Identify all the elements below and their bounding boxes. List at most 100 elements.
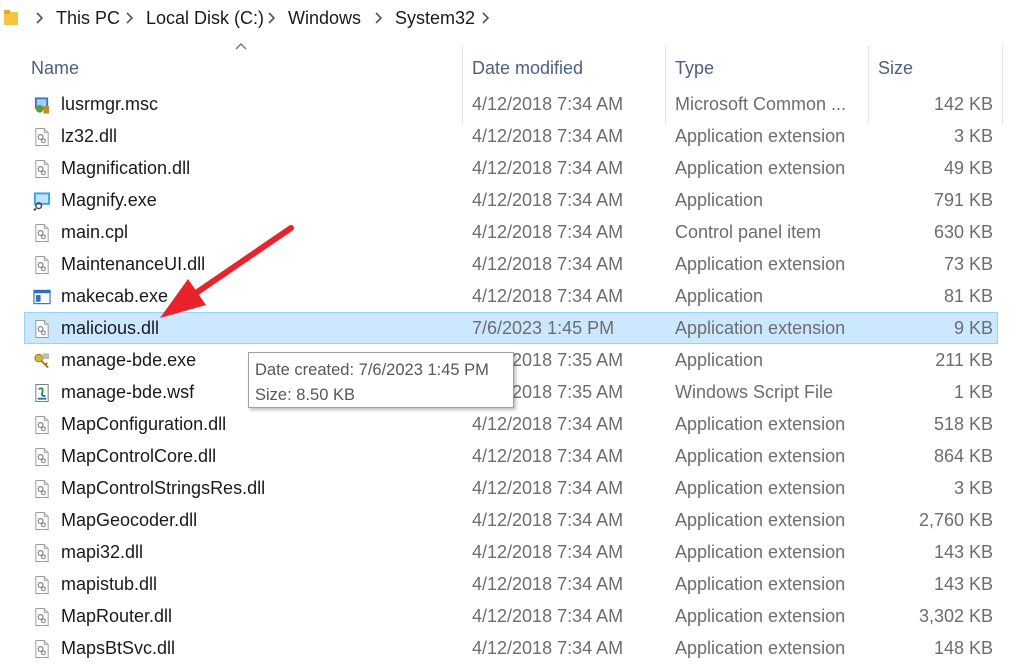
file-name: MapConfiguration.dll xyxy=(61,414,227,434)
table-row[interactable]: makecab.exe 4/12/2018 7:34 AM Application 8… xyxy=(24,280,998,312)
file-size: 143 KB xyxy=(933,542,993,562)
file-type: Application extension xyxy=(675,510,846,530)
chevron-right-icon[interactable] xyxy=(34,10,44,26)
file-date-modified: 4/12/2018 7:34 AM xyxy=(472,542,624,562)
file-size: 3 KB xyxy=(953,126,993,146)
file-name: malicious.dll xyxy=(61,318,160,338)
table-row[interactable]: mapistub.dll 4/12/2018 7:34 AM Application… xyxy=(24,568,998,600)
file-type: Application extension xyxy=(675,446,846,466)
file-name: MaintenanceUI.dll xyxy=(61,254,206,274)
table-row[interactable]: Magnify.exe 4/12/2018 7:34 AM Application 7… xyxy=(24,184,998,216)
file-type: Application extension xyxy=(675,126,846,146)
chevron-right-icon[interactable] xyxy=(480,10,490,26)
breadcrumb-local-disk[interactable]: Local Disk (C:) xyxy=(146,8,264,29)
table-row[interactable]: MapsBtSvc.dll 4/12/2018 7:34 AM Applicatio… xyxy=(24,632,998,664)
file-date-modified: 4/12/2018 7:34 AM xyxy=(472,222,624,242)
dll-icon xyxy=(35,640,49,658)
key-icon xyxy=(34,353,50,369)
file-date-modified: 4/12/2018 7:34 AM xyxy=(472,510,624,530)
dll-icon xyxy=(35,416,49,434)
file-name: MapGeocoder.dll xyxy=(61,510,198,530)
column-size[interactable]: Size xyxy=(878,58,913,79)
table-row[interactable]: MapConfiguration.dll 4/12/2018 7:34 AM App… xyxy=(24,408,998,440)
column-type[interactable]: Type xyxy=(675,58,714,79)
file-type: Application extension xyxy=(675,158,846,178)
breadcrumb-windows[interactable]: Windows xyxy=(288,8,361,29)
table-row[interactable]: MaintenanceUI.dll 4/12/2018 7:34 AM Applic… xyxy=(24,248,998,280)
file-size: 143 KB xyxy=(933,574,993,594)
file-name: MapControlCore.dll xyxy=(61,446,217,466)
file-date-modified: 4/12/2018 7:34 AM xyxy=(472,286,624,306)
file-type: Application extension xyxy=(675,478,846,498)
file-date-modified: 4/12/2018 7:34 AM xyxy=(472,126,624,146)
script-icon xyxy=(35,384,49,402)
table-row[interactable]: MapGeocoder.dll 4/12/2018 7:34 AM Applicat… xyxy=(24,504,998,536)
msc-icon xyxy=(34,97,50,114)
column-name[interactable]: Name xyxy=(31,58,79,79)
chevron-right-icon[interactable] xyxy=(373,10,383,26)
file-date-modified: 4/12/2018 7:34 AM xyxy=(472,574,624,594)
file-name: makecab.exe xyxy=(61,286,169,306)
file-date-modified: 4/12/2018 7:34 AM xyxy=(472,478,624,498)
file-size: 630 KB xyxy=(933,222,993,242)
file-name: manage-bde.exe xyxy=(61,350,197,370)
file-size: 791 KB xyxy=(933,190,993,210)
dll-icon xyxy=(35,160,49,178)
file-date-modified: 4/12/2018 7:34 AM xyxy=(472,190,624,210)
cpl-icon xyxy=(35,224,49,242)
dll-icon xyxy=(35,448,49,466)
sort-ascending-icon xyxy=(235,43,247,50)
file-size: 81 KB xyxy=(943,286,993,306)
file-size: 142 KB xyxy=(933,94,993,114)
file-date-modified: 4/12/2018 7:34 AM xyxy=(472,94,624,114)
file-size: 3,302 KB xyxy=(918,606,993,626)
table-row[interactable]: lz32.dll 4/12/2018 7:34 AM Application ext… xyxy=(24,120,998,152)
table-row[interactable]: lusrmgr.msc 4/12/2018 7:34 AM Microsoft Co… xyxy=(24,88,998,120)
file-name: Magnify.exe xyxy=(61,190,157,210)
table-row[interactable]: MapControlStringsRes.dll 4/12/2018 7:34 A… xyxy=(24,472,998,504)
file-type: Control panel item xyxy=(675,222,822,242)
chevron-right-icon[interactable] xyxy=(124,10,134,26)
file-size: 148 KB xyxy=(933,638,993,658)
file-name: MapControlStringsRes.dll xyxy=(61,478,266,498)
table-row[interactable]: main.cpl 4/12/2018 7:34 AM Control panel i… xyxy=(24,216,998,248)
table-row[interactable]: MapControlCore.dll 4/12/2018 7:34 AM Appli… xyxy=(24,440,998,472)
dll-icon xyxy=(35,608,49,626)
file-size: 518 KB xyxy=(933,414,993,434)
file-name: lz32.dll xyxy=(61,126,118,146)
file-name: manage-bde.wsf xyxy=(61,382,195,402)
file-type: Application extension xyxy=(675,638,846,658)
magnifier-icon xyxy=(33,192,51,211)
file-size: 9 KB xyxy=(953,318,993,338)
address-bar[interactable]: This PC Local Disk (C:) Windows System32 xyxy=(0,0,1027,39)
table-row[interactable]: Magnification.dll 4/12/2018 7:34 AM Applic… xyxy=(24,152,998,184)
file-type: Windows Script File xyxy=(675,382,834,402)
dll-icon xyxy=(35,576,49,594)
file-size: 1 KB xyxy=(953,382,993,402)
file-size: 3 KB xyxy=(953,478,993,498)
dll-icon xyxy=(35,320,49,338)
file-type: Application extension xyxy=(675,318,846,338)
dll-icon xyxy=(35,128,49,146)
file-name: mapistub.dll xyxy=(61,574,158,594)
table-row[interactable]: mapi32.dll 4/12/2018 7:34 AM Application e… xyxy=(24,536,998,568)
file-size: 73 KB xyxy=(943,254,993,274)
file-type: Application xyxy=(675,286,764,306)
file-type: Application extension xyxy=(675,606,846,626)
column-divider[interactable] xyxy=(1002,46,1003,124)
file-size: 211 KB xyxy=(935,350,993,370)
file-name: mapi32.dll xyxy=(61,542,144,562)
table-row-selected[interactable]: malicious.dll 7/6/2023 1:45 PM Application… xyxy=(24,312,998,344)
dll-icon xyxy=(35,544,49,562)
file-date-modified: 7/6/2023 1:45 PM xyxy=(472,318,615,338)
file-type: Microsoft Common ... xyxy=(675,94,847,114)
file-size: 49 KB xyxy=(943,158,993,178)
file-date-modified: 4/12/2018 7:34 AM xyxy=(472,606,624,626)
file-date-modified: 4/12/2018 7:34 AM xyxy=(472,414,624,434)
chevron-right-icon[interactable] xyxy=(266,10,276,26)
table-row[interactable]: MapRouter.dll 4/12/2018 7:34 AM Applicatio… xyxy=(24,600,998,632)
column-date-modified[interactable]: Date modified xyxy=(472,58,583,79)
breadcrumb-this-pc[interactable]: This PC xyxy=(56,8,120,29)
file-type: Application extension xyxy=(675,542,846,562)
breadcrumb-system32[interactable]: System32 xyxy=(395,8,475,29)
